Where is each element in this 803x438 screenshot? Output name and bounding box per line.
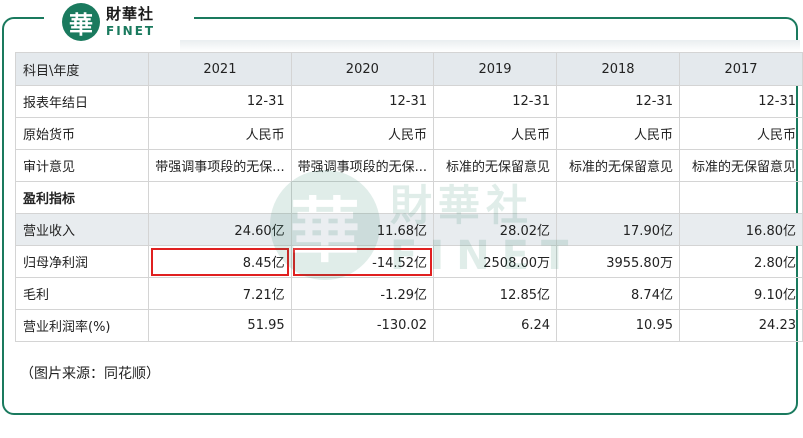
table-cell: 3955.80万: [556, 245, 680, 278]
table-cell: 12-31: [290, 85, 435, 118]
table-cell: 11.68亿: [290, 213, 435, 246]
table-cell: 标准的无保留意见: [678, 149, 803, 182]
table-header-row: 科目\年度 2021 2020 2019 2018 2017: [14, 52, 803, 86]
table-cell: 7.21亿: [148, 277, 292, 310]
row-label: 营业收入: [14, 213, 150, 246]
header-cell: 2019: [433, 52, 558, 86]
header-cell: 科目\年度: [14, 52, 150, 86]
table-cell: 2508.00万: [433, 245, 558, 278]
table-cell: 人民币: [290, 117, 435, 150]
table-cell: [556, 181, 680, 214]
row-label: 毛利: [14, 277, 150, 310]
table-cell: -130.02: [290, 309, 435, 342]
image-source-caption: （图片来源：同花顺）: [20, 366, 160, 382]
table-row: 原始货币 人民币 人民币 人民币 人民币 人民币: [14, 117, 803, 150]
row-label: 原始货币: [14, 117, 150, 150]
section-label: 盈利指标: [14, 181, 150, 214]
table-cell: 24.23: [678, 309, 803, 342]
table-cell: 人民币: [678, 117, 803, 150]
table-cell: 标准的无保留意见: [556, 149, 680, 182]
row-label: 报表年结日: [14, 85, 150, 118]
table-cell: 2.80亿: [678, 245, 803, 278]
row-label: 审计意见: [14, 149, 150, 182]
table-cell: [148, 181, 292, 214]
table-row: 营业收入 24.60亿 11.68亿 28.02亿 17.90亿 16.80亿: [14, 213, 803, 246]
table-cell: 16.80亿: [678, 213, 803, 246]
table-row: 归母净利润 8.45亿 -14.52亿 2508.00万 3955.80万 2.…: [14, 245, 803, 278]
table-cell: 12-31: [556, 85, 680, 118]
header-cell: 2018: [556, 52, 680, 86]
table-cell: 人民币: [556, 117, 680, 150]
table-cell: 17.90亿: [556, 213, 680, 246]
table-cell: [433, 181, 558, 214]
table-cell: 人民币: [148, 117, 292, 150]
header-cell: 2021: [148, 52, 292, 86]
header-cell: 2020: [290, 52, 435, 86]
brand-name-en: FINET: [106, 24, 156, 38]
finet-logo-icon: 華: [62, 3, 100, 41]
brand-logo: 華 財華社 FINET: [44, 0, 194, 44]
table-row: 审计意见 带强调事项段的无保... 带强调事项段的无保... 标准的无保留意见 …: [14, 149, 803, 182]
financial-table: 科目\年度 2021 2020 2019 2018 2017 报表年结日 12-…: [14, 52, 803, 342]
table-cell: 28.02亿: [433, 213, 558, 246]
table-cell: 12.85亿: [433, 277, 558, 310]
table-row: 毛利 7.21亿 -1.29亿 12.85亿 8.74亿 9.10亿: [14, 277, 803, 310]
highlighted-cell: 8.45亿: [148, 245, 292, 278]
table-cell: 24.60亿: [148, 213, 292, 246]
table-cell: -1.29亿: [290, 277, 435, 310]
table-cell: 12-31: [433, 85, 558, 118]
table-row: 报表年结日 12-31 12-31 12-31 12-31 12-31: [14, 85, 803, 118]
table-cell: [290, 181, 435, 214]
row-label: 归母净利润: [14, 245, 150, 278]
table-cell: 51.95: [148, 309, 292, 342]
table-row: 营业利润率(%) 51.95 -130.02 6.24 10.95 24.23: [14, 309, 803, 342]
section-row: 盈利指标: [14, 181, 803, 214]
highlighted-cell: -14.52亿: [290, 245, 435, 278]
table-cell: [678, 181, 803, 214]
table-cell: 6.24: [433, 309, 558, 342]
table-cell: 带强调事项段的无保...: [290, 149, 435, 182]
table-cell: 人民币: [433, 117, 558, 150]
header-cell: 2017: [678, 52, 803, 86]
row-label: 营业利润率(%): [14, 309, 150, 342]
brand-name-cn: 財華社: [106, 5, 155, 23]
table-cell: 12-31: [148, 85, 292, 118]
table-cell: 10.95: [556, 309, 680, 342]
table-cell: 12-31: [678, 85, 803, 118]
table-cell: 9.10亿: [678, 277, 803, 310]
table-top-shadow: [180, 40, 800, 52]
table-cell: 带强调事项段的无保...: [148, 149, 292, 182]
table-cell: 标准的无保留意见: [433, 149, 558, 182]
table-cell: 8.74亿: [556, 277, 680, 310]
